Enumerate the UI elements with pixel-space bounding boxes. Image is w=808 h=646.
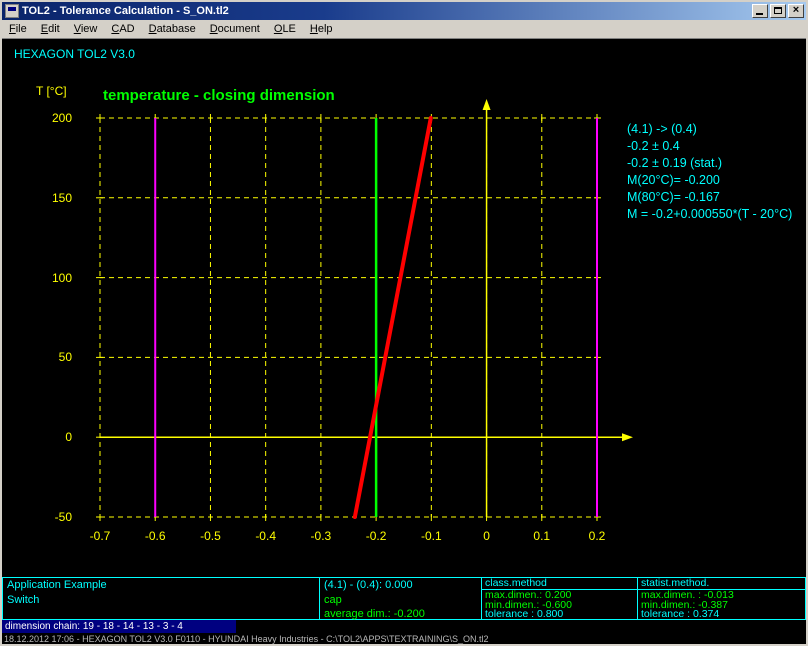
panel-statist-method: statist.method. max.dimen. : -0.013 min.…	[637, 577, 806, 620]
annotation-line-2: -0.2 ± 0.19 (stat.)	[627, 155, 792, 172]
x-tick-label: -0.1	[411, 529, 451, 543]
y-tick-label: -50	[28, 510, 72, 524]
window-title: TOL2 - Tolerance Calculation - S_ON.tl2	[22, 5, 750, 17]
y-tick-label: 0	[28, 430, 72, 444]
minimize-button[interactable]	[752, 4, 768, 18]
menu-view[interactable]: View	[67, 21, 105, 37]
x-tick-label: -0.7	[80, 529, 120, 543]
x-tick-label: 0.2	[577, 529, 617, 543]
dimension-chain-status[interactable]: dimension chain: 19 - 18 - 14 - 13 - 3 -…	[2, 620, 236, 633]
chart-title: temperature - closing dimension	[103, 87, 335, 104]
result-annotations: (4.1) -> (0.4)-0.2 ± 0.4-0.2 ± 0.19 (sta…	[627, 121, 792, 223]
class-tolerance: tolerance : 0.800	[485, 610, 634, 620]
statist-tolerance: tolerance : 0.374	[641, 610, 802, 620]
closing-dimension-value: (4.1) - (0.4): 0.000	[320, 578, 481, 593]
x-tick-label: -0.6	[135, 529, 175, 543]
x-tick-label: -0.3	[301, 529, 341, 543]
x-tick-label: 0	[467, 529, 507, 543]
close-button[interactable]: ×	[788, 4, 804, 18]
project-part: Switch	[3, 593, 319, 608]
file-info-status: 18.12.2012 17:06 - HEXAGON TOL2 V3.0 F01…	[4, 634, 489, 644]
menu-document[interactable]: Document	[203, 21, 267, 37]
y-tick-label: 200	[28, 111, 72, 125]
y-tick-label: 150	[28, 191, 72, 205]
x-tick-label: 0.1	[522, 529, 562, 543]
y-axis-arrow	[483, 99, 491, 110]
panel-closing-dimension: (4.1) - (0.4): 0.000 cap average dim.: -…	[319, 577, 482, 620]
annotation-line-1: -0.2 ± 0.4	[627, 138, 792, 155]
y-axis-label: T [°C]	[36, 84, 67, 98]
client-area: HEXAGON TOL2 V3.0 T [°C] temperature - c…	[2, 39, 806, 644]
menu-edit[interactable]: Edit	[34, 21, 67, 37]
menu-database[interactable]: Database	[142, 21, 203, 37]
x-tick-label: -0.5	[190, 529, 230, 543]
menu-bar: FileEditViewCADDatabaseDocumentOLEHelp	[2, 20, 806, 39]
menu-cad[interactable]: CAD	[104, 21, 141, 37]
app-window: TOL2 - Tolerance Calculation - S_ON.tl2 …	[0, 0, 808, 646]
y-tick-label: 100	[28, 271, 72, 285]
temperature-dimension-series	[355, 118, 431, 517]
annotation-line-3: M(20°C)= -0.200	[627, 172, 792, 189]
app-icon[interactable]	[5, 4, 19, 18]
maximize-button[interactable]	[770, 4, 786, 18]
app-version-banner: HEXAGON TOL2 V3.0	[14, 47, 135, 61]
annotation-line-0: (4.1) -> (0.4)	[627, 121, 792, 138]
closing-dimension-name: cap	[320, 593, 481, 608]
annotation-line-4: M(80°C)= -0.167	[627, 189, 792, 206]
panel-project-info: Application Example Switch	[2, 577, 320, 620]
annotation-line-5: M = -0.2+0.000550*(T - 20°C)	[627, 206, 792, 223]
y-tick-label: 50	[28, 350, 72, 364]
title-bar[interactable]: TOL2 - Tolerance Calculation - S_ON.tl2 …	[2, 2, 806, 20]
project-name: Application Example	[3, 578, 319, 593]
panel-class-method: class.method max.dimen.: 0.200 min.dimen…	[481, 577, 638, 620]
menu-file[interactable]: File	[2, 21, 34, 37]
x-axis-arrow	[622, 433, 633, 441]
average-dimension-value: average dim.: -0.200	[320, 607, 481, 622]
menu-ole[interactable]: OLE	[267, 21, 303, 37]
minimize-icon	[756, 13, 763, 15]
x-tick-label: -0.2	[356, 529, 396, 543]
menu-help[interactable]: Help	[303, 21, 340, 37]
x-tick-label: -0.4	[246, 529, 286, 543]
maximize-icon	[774, 7, 782, 14]
